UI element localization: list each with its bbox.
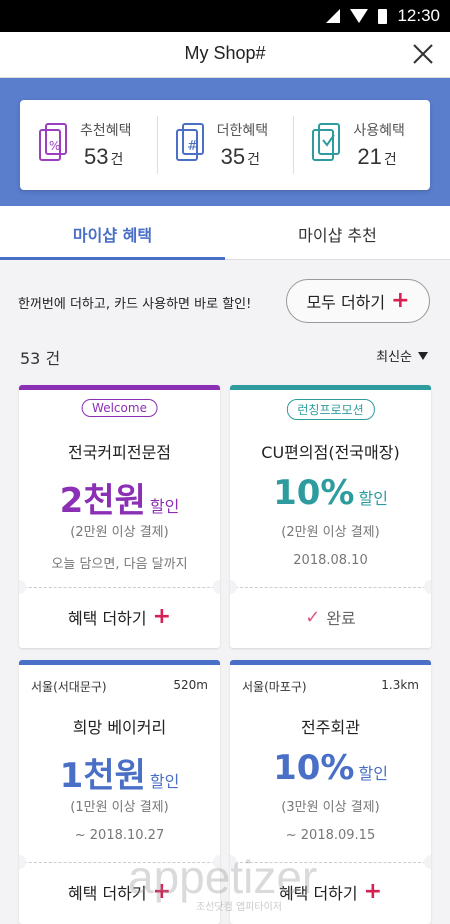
caret-down-icon <box>418 351 428 360</box>
tab-myshop-recommend[interactable]: 마이샵 추천 <box>225 206 450 259</box>
card-store: 전주회관 <box>301 718 360 737</box>
sort-dropdown[interactable]: 최신순 <box>376 346 428 365</box>
stat-label: 사용혜택 <box>353 123 405 139</box>
stat-count: 53 <box>84 144 109 169</box>
battery-icon <box>378 8 388 24</box>
card-unit: 할인 <box>358 489 388 508</box>
card-store: 희망 베이커리 <box>72 718 167 737</box>
status-bar: 12:30 <box>0 0 450 32</box>
completed-status: ✓ 완료 <box>230 605 431 629</box>
benefit-card[interactable]: Welcome 전국커피전문점 2천원 할인 (2만원 이상 결제) 오늘 담으면… <box>19 385 220 648</box>
card-store: 전국커피전문점 <box>67 443 172 462</box>
plus-icon: + <box>152 604 172 629</box>
add-all-label: 모두 더하기 <box>306 293 386 312</box>
check-icon: ✓ <box>305 606 321 628</box>
action-label: 혜택 더하기 <box>67 609 147 628</box>
stat-unit: 건 <box>110 151 124 167</box>
card-amount: 10% <box>273 473 355 513</box>
svg-text:#: # <box>187 139 198 154</box>
stat-label: 추천혜택 <box>80 123 132 139</box>
stat-added[interactable]: # 더한혜택 35 건 <box>156 100 294 190</box>
card-note: ~ 2018.10.27 <box>74 828 165 843</box>
card-condition: (3만원 이상 결제) <box>281 800 380 815</box>
coupon-check-icon <box>312 123 341 161</box>
stat-count: 35 <box>220 144 246 169</box>
card-condition: (1만원 이상 결제) <box>70 800 169 815</box>
stat-unit: 건 <box>383 151 397 167</box>
add-all-button[interactable]: 모두 더하기 + <box>286 279 430 323</box>
wifi-icon <box>350 9 369 23</box>
svg-text:%: % <box>49 139 60 153</box>
watermark-logo: appetizer <box>128 851 318 903</box>
plus-icon: + <box>363 879 383 904</box>
stat-recommended[interactable]: % 추천혜택 53 건 <box>20 100 157 190</box>
coupon-hash-icon: # <box>175 123 204 161</box>
stat-unit: 건 <box>247 151 261 167</box>
card-divider <box>19 587 220 588</box>
card-topbar <box>19 660 220 665</box>
promo-row: 한꺼번에 더하고, 카드 사용하면 바로 할인! 모두 더하기 + <box>0 275 450 327</box>
card-location: 서울(마포구) <box>242 680 307 694</box>
close-icon[interactable] <box>410 41 436 67</box>
add-benefit-button[interactable]: 혜택 더하기 + <box>19 605 220 629</box>
card-note: 2018.08.10 <box>293 553 368 568</box>
card-badge: 런칭프로모션 <box>286 399 375 420</box>
card-divider <box>230 587 431 588</box>
card-unit: 할인 <box>358 764 388 783</box>
plus-icon: + <box>391 288 410 313</box>
page-title: My Shop# <box>184 43 266 63</box>
card-unit: 할인 <box>149 497 180 516</box>
card-store: CU편의점(전국매장) <box>261 443 400 462</box>
promo-text: 한꺼번에 더하고, 카드 사용하면 바로 할인! <box>18 297 252 312</box>
sort-label: 최신순 <box>376 350 412 365</box>
card-note: 오늘 담으면, 다음 달까지 <box>51 557 188 572</box>
card-topbar <box>230 385 431 390</box>
action-label: 완료 <box>326 609 356 628</box>
status-time: 12:30 <box>397 6 440 25</box>
card-amount: 2천원 <box>59 481 146 521</box>
stats-panel: % 추천혜택 53 건 # 더한혜택 35 건 사용혜택 21 건 <box>20 100 430 190</box>
card-condition: (2만원 이상 결제) <box>70 525 169 540</box>
card-unit: 할인 <box>149 772 180 791</box>
card-distance: 1.3km <box>381 678 419 692</box>
stat-label: 더한혜택 <box>216 123 269 139</box>
result-count: 53 건 <box>20 349 61 368</box>
card-topbar <box>19 385 220 390</box>
coupon-percent-icon: % <box>39 123 67 161</box>
card-distance: 520m <box>173 678 208 692</box>
card-note: ~ 2018.09.15 <box>285 828 376 843</box>
card-amount: 1천원 <box>59 756 146 796</box>
watermark-caption: 조선닷컴 앱피타이저 <box>196 902 282 913</box>
card-badge: Welcome <box>81 399 158 417</box>
stat-count: 21 <box>357 144 382 169</box>
card-amount: 10% <box>273 748 355 788</box>
stat-used[interactable]: 사용혜택 21 건 <box>293 100 430 190</box>
summary-banner: % 추천혜택 53 건 # 더한혜택 35 건 사용혜택 21 건 <box>0 78 450 206</box>
header: My Shop# <box>0 32 450 78</box>
benefit-card[interactable]: 런칭프로모션 CU편의점(전국매장) 10% 할인 (2만원 이상 결제) 201… <box>230 385 431 648</box>
tab-bar: 마이샵 혜택 마이샵 추천 <box>0 206 450 260</box>
signal-icon <box>326 9 341 23</box>
card-topbar <box>230 660 431 665</box>
tab-myshop-benefits[interactable]: 마이샵 혜택 <box>0 206 225 260</box>
card-location: 서울(서대문구) <box>31 680 107 694</box>
card-condition: (2만원 이상 결제) <box>281 525 380 540</box>
